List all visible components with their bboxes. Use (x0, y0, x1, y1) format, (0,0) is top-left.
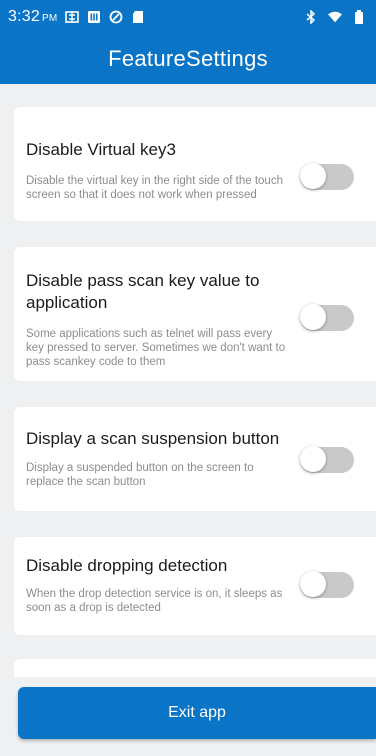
toggle-disable-pass-scan-key[interactable] (300, 304, 354, 331)
setting-title: Display a scan suspension button (26, 429, 280, 448)
page-title: FeatureSettings (108, 46, 268, 71)
setting-description: When the drop detection service is on, i… (26, 588, 283, 614)
setting-card-disable-virtual-key3: Disable Virtual key3 Disable the virtual… (14, 107, 376, 221)
status-time: 3:32 PM (8, 8, 65, 26)
setting-card-partial (14, 659, 376, 677)
status-time-value: 3:32 (8, 8, 40, 25)
setting-title: Disable pass scan key value to applicati… (26, 271, 260, 312)
wifi-icon (328, 10, 342, 24)
sim-icon (65, 10, 80, 24)
battery-icon (352, 10, 366, 24)
status-icons-right (304, 10, 366, 24)
toggle-knob (300, 304, 326, 330)
app-bar: FeatureSettings (0, 34, 376, 84)
bluetooth-icon (304, 10, 318, 24)
setting-description: Disable the virtual key in the right sid… (26, 175, 283, 201)
status-icons-left (65, 10, 145, 24)
setting-description: Some applications such as telnet will pa… (26, 328, 286, 368)
toggle-disable-dropping-detection[interactable] (300, 571, 354, 598)
setting-card-disable-dropping-detection: Disable dropping detection When the drop… (14, 537, 376, 635)
toggle-knob (300, 571, 326, 597)
toggle-knob (300, 163, 326, 189)
storage-icon (87, 10, 101, 24)
setting-description: Display a suspended button on the screen… (26, 462, 254, 488)
exit-app-button[interactable]: Exit app (18, 687, 376, 739)
setting-title: Disable dropping detection (26, 556, 228, 575)
setting-title: Disable Virtual key3 (26, 140, 176, 159)
setting-card-display-scan-suspension: Display a scan suspension button Display… (14, 407, 376, 511)
setting-card-disable-pass-scan-key: Disable pass scan key value to applicati… (14, 247, 376, 381)
toggle-disable-virtual-key3[interactable] (300, 163, 354, 190)
toggle-knob (300, 446, 326, 472)
sd-card-icon (131, 10, 145, 24)
status-ampm: PM (41, 13, 58, 24)
status-bar: 3:32 PM (0, 0, 376, 34)
sync-icon (109, 10, 123, 24)
toggle-display-scan-suspension[interactable] (300, 446, 354, 473)
